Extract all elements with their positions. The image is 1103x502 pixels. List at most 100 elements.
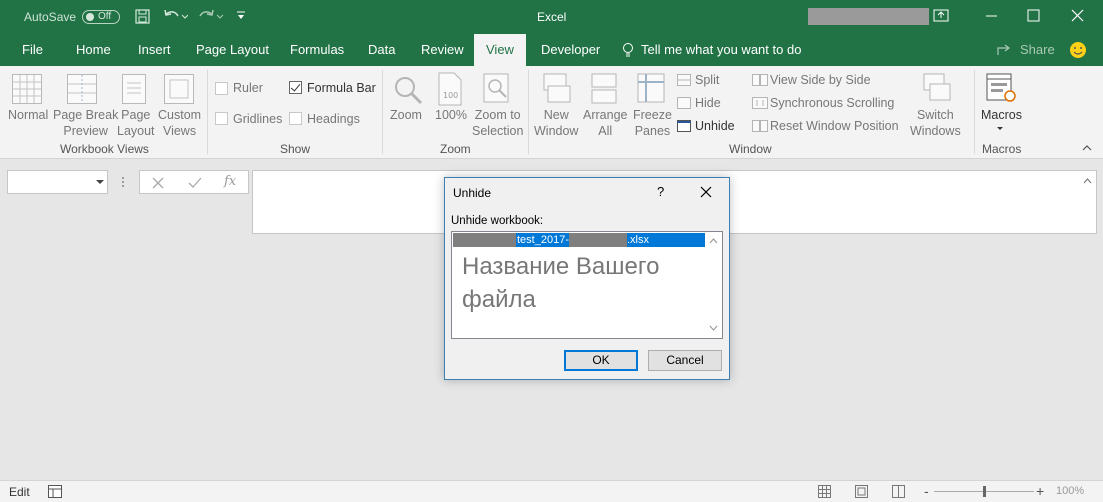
normal-button[interactable]: Normal	[8, 107, 48, 123]
macro-recording-icon[interactable]	[48, 485, 62, 498]
drag-handle-icon[interactable]	[121, 176, 125, 188]
macros-button[interactable]: Macros	[981, 107, 1022, 123]
normal-view-icon[interactable]	[818, 485, 831, 498]
confirm-entry-icon[interactable]	[188, 177, 202, 189]
annotation-text: Название Вашего файла	[462, 253, 660, 313]
svg-text:100: 100	[443, 91, 458, 100]
page-layout-label-1: Page	[121, 108, 151, 122]
show-group-label: Show	[280, 142, 311, 156]
zoom-slider-thumb[interactable]	[983, 486, 986, 497]
customize-icon[interactable]	[236, 11, 246, 21]
page-layout-button[interactable]: Page Layout	[117, 107, 155, 139]
arrange-label-1: Arrange	[583, 108, 628, 122]
page-layout-icon	[122, 74, 146, 104]
macros-group-label: Macros	[982, 142, 1022, 156]
tell-me-search[interactable]: Tell me what you want to do	[639, 34, 803, 66]
reset-window-position-button[interactable]: Reset Window Position	[770, 119, 899, 133]
ok-button[interactable]: OK	[564, 350, 638, 371]
share-button[interactable]: Share	[1018, 34, 1057, 66]
collapse-ribbon-icon[interactable]	[1082, 144, 1092, 152]
view-side-by-side-icon	[752, 74, 768, 86]
zoom-magnifier-icon	[395, 77, 423, 105]
workbook-list[interactable]: test_2017- .xlsx Название Вашего файла	[451, 231, 723, 339]
headings-checkbox[interactable]	[289, 112, 302, 125]
ribbon-tabs: File Home Insert Page Layout Formulas Da…	[0, 34, 1103, 66]
tab-home[interactable]: Home	[74, 34, 113, 66]
list-item[interactable]: test_2017- .xlsx	[453, 233, 705, 247]
zoom-out-button[interactable]: -	[924, 483, 929, 499]
arrange-all-button[interactable]: Arrange All	[583, 107, 627, 139]
custom-views-label-1: Custom	[158, 108, 202, 122]
freeze-panes-button[interactable]: Freeze Panes	[633, 107, 672, 139]
maximize-icon[interactable]	[1027, 9, 1041, 23]
window-group-label: Window	[729, 142, 772, 156]
scrollbar[interactable]	[705, 233, 722, 337]
insert-function-button[interactable]: fx	[224, 174, 236, 189]
help-button[interactable]: ?	[657, 184, 664, 199]
scroll-up-icon[interactable]	[709, 238, 718, 244]
zoom-in-button[interactable]: +	[1036, 483, 1044, 499]
page-break-view-icon[interactable]	[892, 485, 905, 498]
zoom-level[interactable]: 100%	[1056, 485, 1084, 497]
freeze-label-2: Panes	[634, 124, 671, 138]
new-window-button[interactable]: New Window	[534, 107, 578, 139]
formula-buttons: fx	[139, 170, 249, 194]
collapse-formula-bar-icon[interactable]	[1083, 178, 1092, 184]
freeze-panes-icon	[637, 73, 665, 103]
tab-file[interactable]: File	[20, 34, 45, 66]
smiley-feedback-icon[interactable]	[1069, 41, 1087, 59]
split-button[interactable]: Split	[695, 73, 719, 87]
unhide-icon	[677, 120, 691, 132]
custom-views-button[interactable]: Custom Views	[158, 107, 201, 139]
zoom-100-button[interactable]: 100%	[435, 107, 467, 123]
close-icon[interactable]	[700, 186, 712, 198]
macros-dropdown-icon[interactable]	[996, 126, 1004, 132]
workbook-views-group-label: Workbook Views	[60, 142, 149, 156]
switch-windows-button[interactable]: Switch Windows	[910, 107, 961, 139]
new-window-label-2: Window	[534, 124, 579, 138]
ruler-checkbox[interactable]	[215, 82, 228, 95]
save-icon[interactable]	[135, 9, 150, 24]
autosave-toggle[interactable]: Off	[82, 10, 120, 24]
close-icon[interactable]	[1071, 9, 1085, 23]
tab-developer[interactable]: Developer	[539, 34, 602, 66]
name-box[interactable]	[7, 170, 108, 194]
tab-insert[interactable]: Insert	[136, 34, 173, 66]
page-break-label-2: Preview	[63, 124, 108, 138]
redo-icon[interactable]	[198, 8, 226, 24]
ruler-label: Ruler	[233, 81, 263, 95]
page-break-preview-button[interactable]: Page Break Preview	[53, 107, 118, 139]
unhide-dialog: Unhide ? Unhide workbook: test_2017- .xl…	[444, 177, 730, 380]
tab-view[interactable]: View	[474, 34, 526, 66]
split-icon	[677, 74, 691, 86]
minimize-icon[interactable]	[985, 10, 999, 22]
custom-views-icon	[164, 74, 194, 104]
tab-formulas[interactable]: Formulas	[288, 34, 346, 66]
new-window-icon	[543, 73, 571, 103]
tab-page-layout[interactable]: Page Layout	[194, 34, 271, 66]
chevron-down-icon[interactable]	[96, 180, 104, 185]
scroll-down-icon[interactable]	[709, 325, 718, 331]
autosave-state: Off	[98, 11, 112, 22]
ribbon-display-icon[interactable]	[933, 9, 949, 23]
undo-icon[interactable]	[162, 8, 188, 24]
lightbulb-icon	[623, 43, 633, 57]
tab-review[interactable]: Review	[419, 34, 466, 66]
view-side-by-side-button[interactable]: View Side by Side	[770, 73, 871, 87]
sync-scrolling-button[interactable]: Synchronous Scrolling	[770, 96, 894, 110]
tab-data[interactable]: Data	[366, 34, 397, 66]
group-separator	[974, 70, 975, 154]
share-icon	[997, 44, 1010, 55]
gridlines-checkbox[interactable]	[215, 112, 228, 125]
hide-button[interactable]: Hide	[695, 96, 721, 110]
cancel-button[interactable]: Cancel	[648, 350, 722, 371]
zoom-button[interactable]: Zoom	[390, 107, 422, 123]
zoom-to-selection-button[interactable]: Zoom to Selection	[472, 107, 523, 139]
cancel-entry-icon[interactable]	[152, 177, 164, 189]
app-title: Excel	[537, 10, 567, 24]
formula-bar-checkbox[interactable]	[289, 81, 302, 94]
page-layout-view-icon[interactable]	[855, 485, 868, 498]
account-name-redacted	[808, 8, 929, 25]
unhide-button[interactable]: Unhide	[695, 119, 735, 133]
autosave-label: AutoSave	[24, 10, 77, 24]
